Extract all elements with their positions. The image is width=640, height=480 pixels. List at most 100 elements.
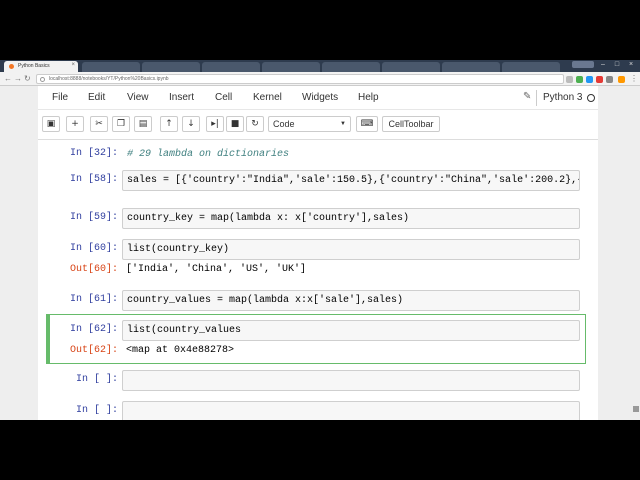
input-prompt: In [61]: xyxy=(69,294,118,305)
code-text: list(country_values xyxy=(127,325,242,336)
menu-file[interactable]: File xyxy=(52,92,68,103)
input-prompt: In [62]: xyxy=(69,324,118,335)
tab-background[interactable] xyxy=(382,62,440,72)
input-prompt: In [60]: xyxy=(69,243,118,254)
save-button[interactable]: ▣ xyxy=(42,116,60,132)
menu-kernel[interactable]: Kernel xyxy=(253,92,282,103)
menu-bar: File Edit View Insert Cell Kernel Widget… xyxy=(38,86,598,110)
code-text: country_values = map(lambda x:x['sale'],… xyxy=(127,295,404,306)
input-prompt: In [ ]: xyxy=(75,374,118,385)
tab-python-basics[interactable]: Python Basics × xyxy=(4,61,78,72)
interrupt-button[interactable]: ■ xyxy=(226,116,244,132)
forward-icon[interactable]: → xyxy=(14,74,22,83)
celltoolbar-label: CellToolbar xyxy=(388,119,434,129)
menu-insert[interactable]: Insert xyxy=(169,92,194,103)
tab-background[interactable] xyxy=(262,62,320,72)
menu-widgets[interactable]: Widgets xyxy=(302,92,338,103)
input-prompt: In [59]: xyxy=(69,212,118,223)
close-window-icon[interactable]: × xyxy=(624,60,638,69)
code-text: list(country_key) xyxy=(127,244,230,255)
extension-icon[interactable] xyxy=(606,76,613,83)
close-tab-icon[interactable]: × xyxy=(71,62,75,68)
move-up-button[interactable]: ↑ xyxy=(160,116,178,132)
move-down-button[interactable]: ↓ xyxy=(182,116,200,132)
copy-button[interactable]: ❐ xyxy=(112,116,130,132)
url-text: localhost:8888/notebooks/YT/Python%20Bas… xyxy=(49,76,169,82)
restart-kernel-button[interactable]: ↻ xyxy=(246,116,264,132)
step-forward-icon: ▸| xyxy=(211,119,219,129)
cut-button[interactable]: ✂ xyxy=(90,116,108,132)
input-prompt: In [58]: xyxy=(69,174,118,185)
tab-background[interactable] xyxy=(82,62,140,72)
run-cell-button[interactable]: ▸| xyxy=(206,116,224,132)
info-icon xyxy=(40,77,45,82)
tab-background[interactable] xyxy=(322,62,380,72)
plus-icon: + xyxy=(71,119,79,129)
paste-button[interactable]: ▤ xyxy=(134,116,152,132)
code-input[interactable]: list(country_values xyxy=(122,320,580,341)
cell-type-value: Code xyxy=(273,119,295,129)
menu-help[interactable]: Help xyxy=(358,92,379,103)
menu-view[interactable]: View xyxy=(127,92,149,103)
jupyter-page: File Edit View Insert Cell Kernel Widget… xyxy=(0,86,640,420)
extension-icon[interactable] xyxy=(596,76,603,83)
letterbox-bottom xyxy=(0,420,640,480)
url-input[interactable]: localhost:8888/notebooks/YT/Python%20Bas… xyxy=(36,74,564,84)
command-palette-button[interactable]: ⌨ xyxy=(356,116,378,132)
save-icon: ▣ xyxy=(46,119,56,129)
chevron-down-icon: ▼ xyxy=(340,121,346,127)
cell-output: ['India', 'China', 'US', 'UK'] xyxy=(126,264,307,275)
cell-output: <map at 0x4e88278> xyxy=(126,345,235,356)
code-text: country_key = map(lambda x: x['country']… xyxy=(127,213,410,224)
extension-icon[interactable] xyxy=(586,76,593,83)
copy-icon: ❐ xyxy=(116,119,126,129)
cut-icon: ✂ xyxy=(95,119,103,129)
browser-window: Python Basics × – □ × ← → ↻ localhost:88… xyxy=(0,60,640,420)
output-prompt: Out[62]: xyxy=(69,345,118,356)
code-input[interactable] xyxy=(122,401,580,420)
code-input[interactable]: country_key = map(lambda x: x['country']… xyxy=(122,208,580,229)
kernel-status-icon xyxy=(587,94,595,102)
edit-pencil-icon[interactable]: ✎ xyxy=(523,91,531,102)
notebook-toolbar: ▣ + ✂ ❐ ▤ ↑ ↓ ▸| ■ ↻ Code ▼ ⌨ CellToolba… xyxy=(38,110,598,140)
tab-background[interactable] xyxy=(142,62,200,72)
code-input[interactable]: sales = [{'country':"India",'sale':150.5… xyxy=(122,170,580,191)
celltoolbar-button[interactable]: CellToolbar xyxy=(382,116,440,132)
back-icon[interactable]: ← xyxy=(4,74,12,83)
browser-menu-icon[interactable]: ⋮ xyxy=(630,74,638,83)
stop-icon: ■ xyxy=(230,119,240,129)
notebook-container: In [32]: # 29 lambda on dictionaries In … xyxy=(38,140,598,420)
star-icon[interactable] xyxy=(566,76,573,83)
code-input[interactable]: list(country_key) xyxy=(122,239,580,260)
jupyter-favicon-icon xyxy=(9,64,14,69)
tab-background[interactable] xyxy=(502,62,560,72)
tab-background[interactable] xyxy=(442,62,500,72)
arrow-up-icon: ↑ xyxy=(165,119,173,129)
code-text: # 29 lambda on dictionaries xyxy=(127,149,290,160)
code-input[interactable]: country_values = map(lambda x:x['sale'],… xyxy=(122,290,580,311)
code-text: sales = [{'country':"India",'sale':150.5… xyxy=(127,175,580,186)
scrollbar-thumb[interactable] xyxy=(633,406,639,412)
maximize-icon[interactable]: □ xyxy=(610,60,624,69)
refresh-icon: ↻ xyxy=(251,119,259,129)
cell-type-select[interactable]: Code ▼ xyxy=(268,116,351,132)
arrow-down-icon: ↓ xyxy=(187,119,195,129)
input-prompt: In [32]: xyxy=(69,148,118,159)
tab-strip: Python Basics × – □ × xyxy=(0,60,640,72)
profile-icon[interactable] xyxy=(572,61,594,68)
menu-cell[interactable]: Cell xyxy=(215,92,232,103)
kernel-name: Python 3 xyxy=(543,92,583,103)
extension-icon[interactable] xyxy=(576,76,583,83)
address-bar-row: ← → ↻ localhost:8888/notebooks/YT/Python… xyxy=(0,72,640,86)
tab-background[interactable] xyxy=(202,62,260,72)
menu-edit[interactable]: Edit xyxy=(88,92,105,103)
minimize-icon[interactable]: – xyxy=(596,60,610,69)
paste-icon: ▤ xyxy=(138,119,148,129)
code-input[interactable]: # 29 lambda on dictionaries xyxy=(122,144,582,165)
input-prompt: In [ ]: xyxy=(75,405,118,416)
reload-icon[interactable]: ↻ xyxy=(24,74,31,83)
output-prompt: Out[60]: xyxy=(69,264,118,275)
insert-cell-button[interactable]: + xyxy=(66,116,84,132)
extension-icon[interactable] xyxy=(618,76,625,83)
code-input[interactable] xyxy=(122,370,580,391)
